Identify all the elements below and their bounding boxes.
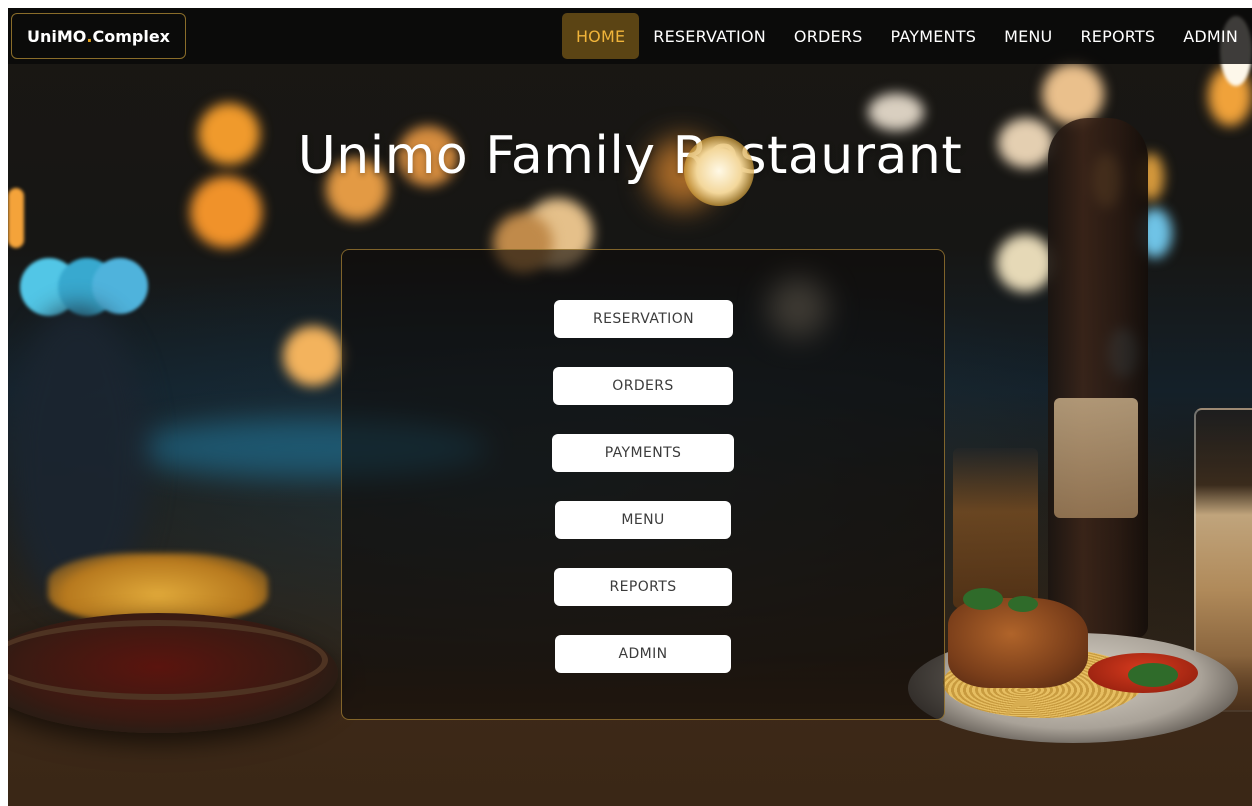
nav-admin[interactable]: ADMIN — [1169, 13, 1252, 59]
brand-logo[interactable]: UniMO. Complex — [11, 13, 186, 59]
admin-button[interactable]: ADMIN — [555, 635, 731, 673]
bokeh-light — [92, 258, 148, 314]
page-frame: UniMO. Complex HOME RESERVATION ORDERS PA… — [8, 8, 1252, 806]
brand-name: UniMO — [27, 26, 87, 46]
orders-button[interactable]: ORDERS — [553, 367, 733, 405]
light-glare — [684, 136, 754, 206]
bokeh-light — [283, 326, 343, 386]
nav-links: HOME RESERVATION ORDERS PAYMENTS MENU RE… — [561, 13, 1252, 59]
herb-garnish — [1008, 596, 1038, 612]
herb-garnish — [963, 588, 1003, 610]
bottle-label-image — [1054, 398, 1138, 518]
nav-reservation[interactable]: RESERVATION — [639, 13, 780, 59]
wine-bottle-image — [1048, 118, 1148, 638]
payments-button[interactable]: PAYMENTS — [552, 434, 734, 472]
menu-panel: RESERVATION ORDERS PAYMENTS MENU REPORTS… — [341, 249, 945, 720]
top-navbar: UniMO. Complex HOME RESERVATION ORDERS PA… — [8, 8, 1252, 64]
reports-button[interactable]: REPORTS — [554, 568, 732, 606]
bokeh-light — [1042, 63, 1104, 125]
herb-garnish — [1128, 663, 1178, 687]
bokeh-light — [8, 188, 24, 248]
nav-orders[interactable]: ORDERS — [780, 13, 877, 59]
nav-payments[interactable]: PAYMENTS — [877, 13, 991, 59]
beer-glass-image — [953, 448, 1038, 608]
bokeh-light — [996, 234, 1054, 292]
menu-button[interactable]: MENU — [555, 501, 731, 539]
brand-suffix: Complex — [92, 26, 170, 46]
reservation-button[interactable]: RESERVATION — [554, 300, 733, 338]
nav-reports[interactable]: REPORTS — [1066, 13, 1169, 59]
nav-home[interactable]: HOME — [561, 13, 640, 59]
nav-menu[interactable]: MENU — [990, 13, 1066, 59]
page-title: Unimo Family Restaurant — [297, 126, 963, 186]
